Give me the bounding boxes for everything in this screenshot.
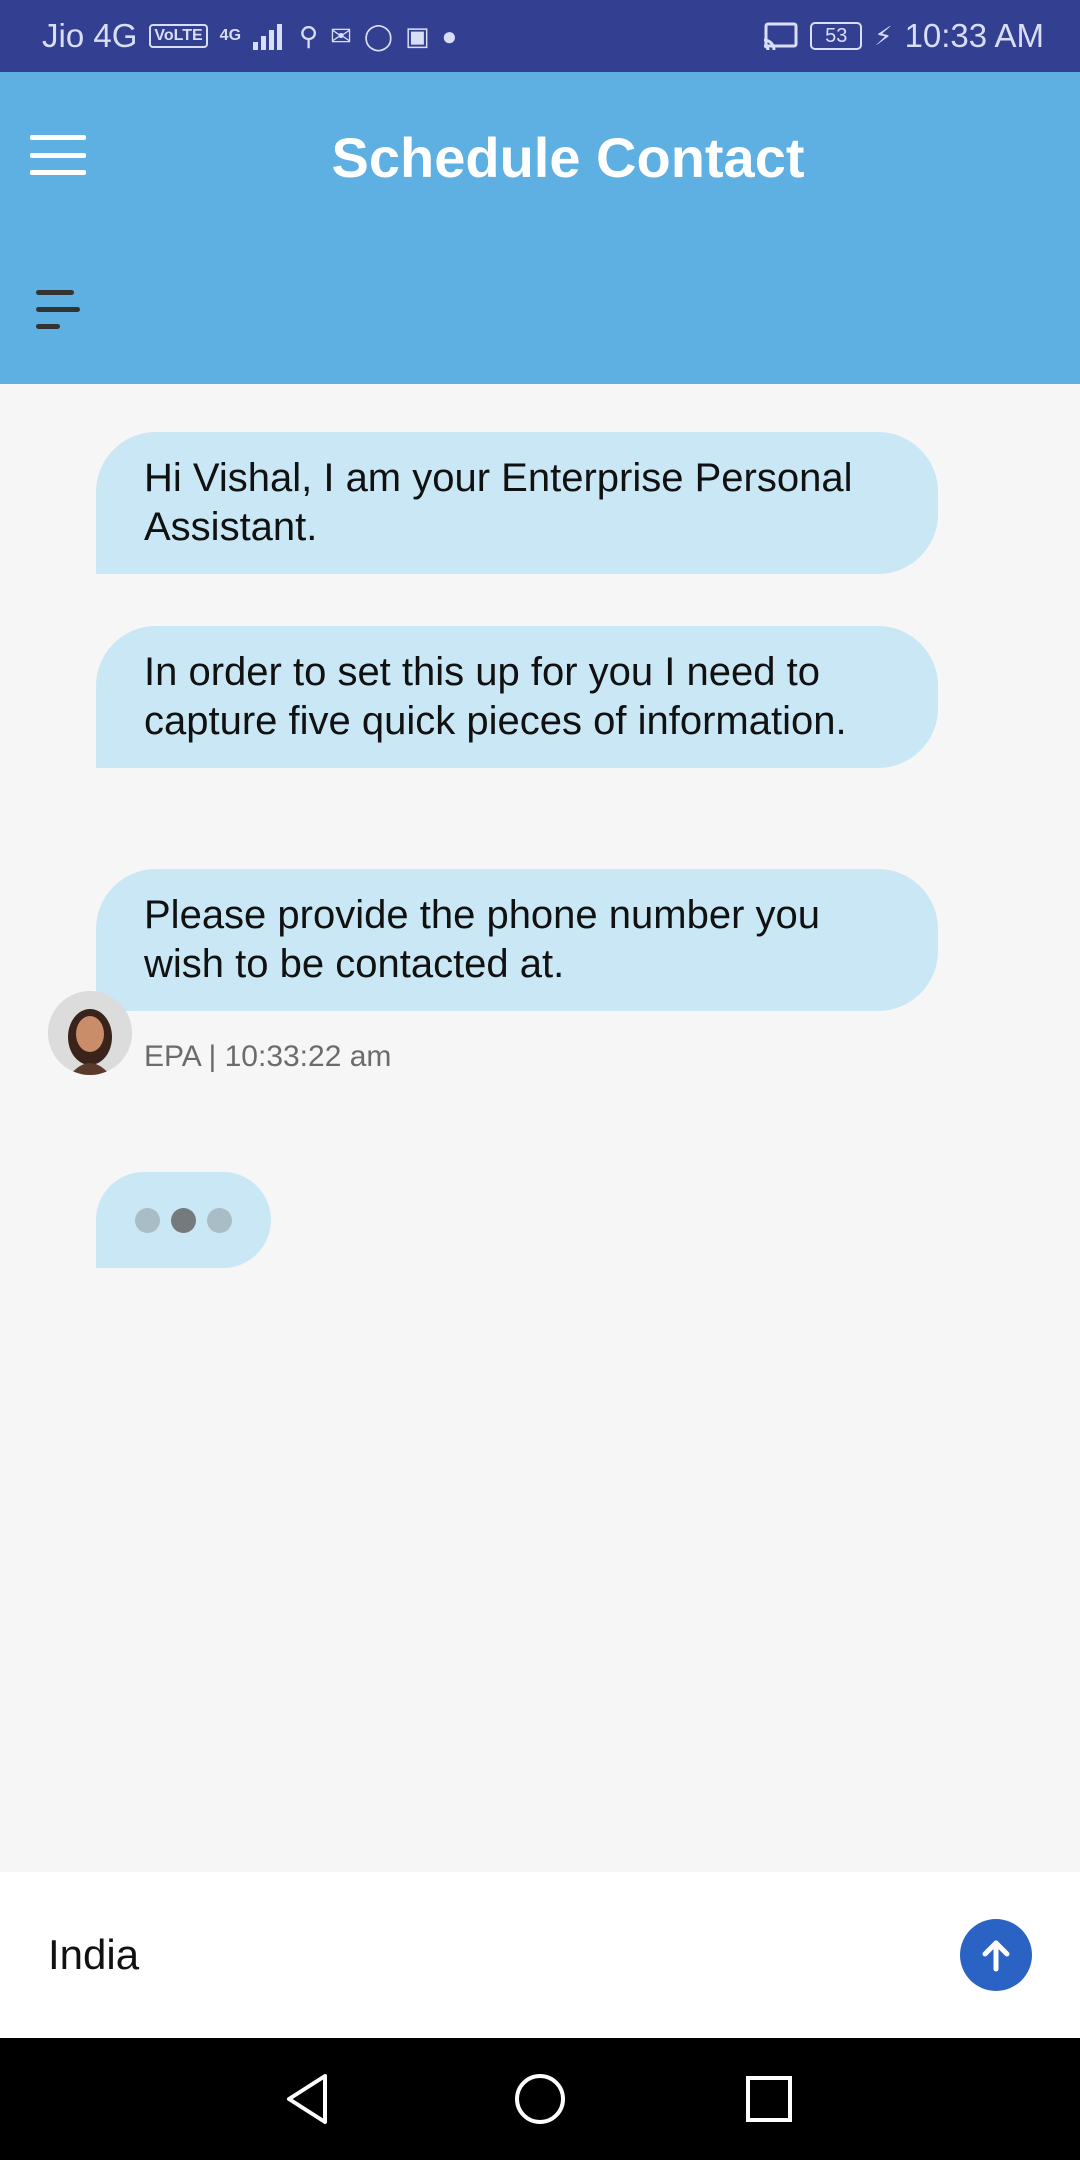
whatsapp-icon: ◯ (363, 21, 393, 51)
menu-lines-icon[interactable] (36, 288, 82, 332)
charging-icon: ⚡ (874, 21, 893, 51)
status-right: 53 ⚡ 10:33 AM (762, 17, 1044, 55)
mail-icon: ✉ (330, 21, 352, 51)
typing-dot (207, 1207, 232, 1233)
app-notification-icon: ▣ (404, 21, 430, 51)
recents-icon[interactable] (736, 2066, 802, 2132)
typing-indicator (96, 1172, 271, 1268)
app-header: Schedule Contact (0, 72, 1080, 384)
signal-icon (253, 24, 283, 50)
typing-dot (171, 1207, 196, 1233)
message-input[interactable] (48, 1922, 888, 1988)
usb-icon: ⚲ (299, 21, 319, 51)
battery-level: 53 (825, 24, 848, 47)
system-nav-bar (0, 2038, 1080, 2160)
chat-area: Hi Vishal, I am your Enterprise Personal… (0, 384, 1080, 1872)
clock: 10:33 AM (904, 17, 1044, 54)
back-icon[interactable] (275, 2066, 341, 2132)
page-title: Schedule Contact (331, 126, 805, 189)
status-left: Jio 4G VoLTE 4G ⚲ ✉ ◯ ▣ ● (42, 17, 457, 55)
message-meta: EPA | 10:33:22 am (144, 1040, 392, 1073)
chat-notification-icon: ● (441, 21, 458, 51)
assistant-avatar (48, 991, 132, 1075)
chat-bubble-1: Hi Vishal, I am your Enterprise Personal… (96, 432, 938, 574)
typing-dot (135, 1207, 160, 1233)
arrow-up-icon (982, 1940, 1010, 1972)
network-label: 4G (219, 27, 242, 44)
volte-badge: VoLTE (149, 24, 208, 48)
chat-bubble-2: In order to set this up for you I need t… (96, 626, 938, 768)
battery-icon: 53 (810, 22, 863, 50)
send-button[interactable] (960, 1919, 1032, 1991)
home-icon[interactable] (507, 2066, 573, 2132)
chat-bubble-3: Please provide the phone number you wish… (96, 869, 938, 1011)
cast-icon (764, 22, 798, 50)
status-bar: Jio 4G VoLTE 4G ⚲ ✉ ◯ ▣ ● 53 ⚡ 10:33 AM (0, 0, 1080, 72)
carrier-label: Jio 4G (42, 17, 138, 54)
message-input-bar (0, 1872, 1080, 2038)
